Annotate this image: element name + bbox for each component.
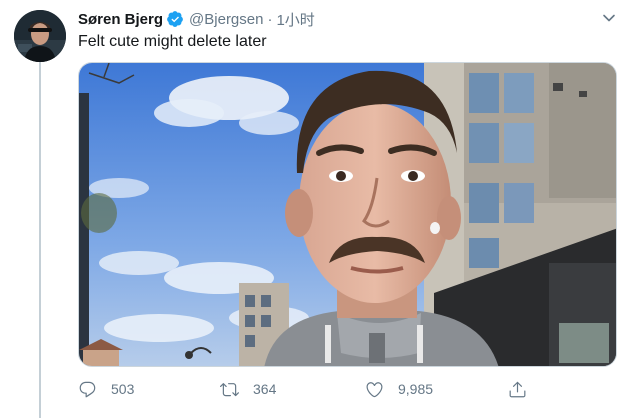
heart-icon (366, 381, 383, 397)
tweet-text: Felt cute might delete later (78, 33, 267, 50)
tweet-actions: 503 364 9,985 (78, 376, 538, 402)
tweet-header: Søren Bjerg @Bjergsen · 1小时 (78, 9, 315, 29)
avatar[interactable] (14, 10, 66, 62)
retweet-icon (220, 382, 239, 396)
retweet-count: 364 (253, 381, 277, 397)
retweet-button[interactable]: 364 (220, 376, 276, 402)
reply-count: 503 (111, 381, 135, 397)
like-button[interactable]: 9,985 (365, 376, 433, 402)
tweet[interactable]: Søren Bjerg @Bjergsen · 1小时 Felt cute mi… (0, 0, 640, 418)
share-icon (509, 381, 526, 397)
thread-line (39, 62, 41, 418)
author-handle[interactable]: @Bjergsen (189, 11, 263, 28)
like-count: 9,985 (398, 381, 434, 397)
reply-icon (79, 381, 96, 397)
tweet-photo[interactable] (78, 62, 617, 367)
verified-badge-icon (166, 10, 184, 28)
reply-button[interactable]: 503 (78, 376, 134, 402)
share-button[interactable] (508, 376, 527, 402)
author-name[interactable]: Søren Bjerg (78, 11, 163, 28)
timestamp[interactable]: 1小时 (276, 9, 314, 30)
chevron-down-icon[interactable] (601, 10, 617, 26)
separator: · (267, 10, 273, 28)
